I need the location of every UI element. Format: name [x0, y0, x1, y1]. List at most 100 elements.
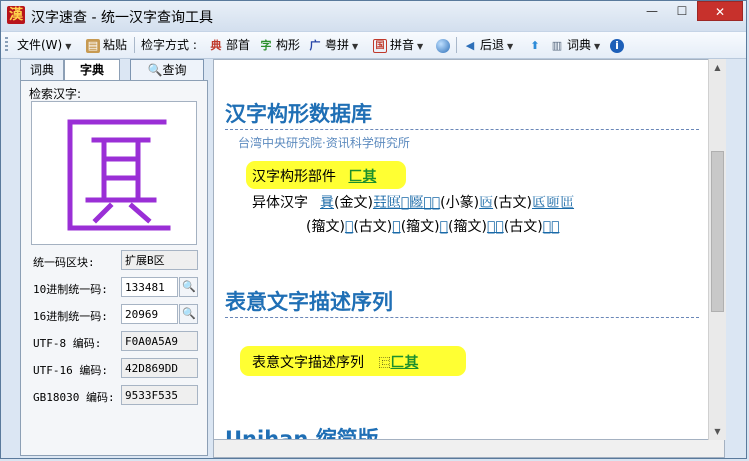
shape-button[interactable]: 字构形: [259, 36, 301, 54]
left-panel: 词典 字典 🔍查询 检索汉字: 统一码区块: 扩展B区 10进制统一码: 133…: [20, 59, 208, 456]
shape-icon: 字: [260, 38, 272, 52]
back-arrow-icon: ◀: [465, 38, 475, 52]
chevron-down-icon: ▼: [594, 42, 601, 51]
parts-link[interactable]: 匚其: [348, 169, 376, 185]
tab-query-label: 查询: [162, 63, 187, 77]
decimal-label: 10进制统一码:: [33, 283, 108, 296]
scroll-thumb[interactable]: [711, 151, 724, 312]
toolbar: 文件(W) ▼ ▤ 粘贴 检字方式 : 典部首 字构形 广粤拼 ▼ 国拼音 ▼ ◀ 后退 ▼…: [1, 31, 746, 59]
section-title-ids: 表意文字描述序列: [225, 290, 393, 314]
up-button[interactable]: ⬆: [528, 36, 545, 54]
paste-button[interactable]: ▤ 粘贴: [86, 36, 127, 54]
block-label: 统一码区块:: [33, 256, 95, 269]
character-panel: 检索汉字: 统一码区块: 扩展B区 10进制统一码: 133481 🔍 16进制…: [20, 80, 208, 456]
file-menu[interactable]: 文件(W) ▼: [17, 36, 71, 54]
section-title-shape-db: 汉字构形数据库: [225, 102, 372, 126]
chevron-down-icon: ▼: [352, 42, 359, 51]
hex-search-button[interactable]: 🔍: [179, 304, 198, 324]
ids-link[interactable]: 匚其: [390, 355, 418, 371]
window-title: 汉字速查 - 统一汉字查询工具: [31, 10, 213, 26]
globe-button[interactable]: [436, 36, 453, 54]
utf8-value: F0A0A5A9: [121, 331, 198, 351]
title-bar[interactable]: 漢 汉字速查 - 统一汉字查询工具 — ☐ ✕: [1, 1, 746, 31]
divider: [225, 317, 699, 318]
divider: [225, 129, 699, 130]
variant-link[interactable]: 𠥮: [479, 195, 493, 211]
radical-label: 部首: [226, 38, 251, 52]
variant-script-label: (古文): [503, 219, 543, 235]
close-button[interactable]: ✕: [697, 1, 743, 21]
gb18030-value: 9533F535: [121, 385, 198, 405]
cantonese-label: 粤拼: [325, 38, 350, 52]
scroll-up-icon[interactable]: ▲: [709, 59, 726, 76]
dictionary-button[interactable]: ▥ 词典 ▼: [550, 36, 600, 54]
back-label: 后退: [480, 38, 505, 52]
vertical-scrollbar[interactable]: ▲ ▼: [708, 59, 726, 440]
glyph-image: [67, 119, 171, 231]
variants-row-1: 异体汉字 㠱(金文)㠭𠥩𠥪𠥫𠥬𠥭(小篆)𠥮(古文)𠥯𠥰𠥱: [252, 192, 574, 212]
variant-link[interactable]: 𠥵𠥶: [487, 219, 504, 235]
globe-icon: [436, 38, 450, 53]
utf16-value: 42D869DD: [121, 358, 198, 378]
search-icon: 🔍: [147, 63, 163, 77]
chevron-down-icon: ▼: [65, 42, 72, 51]
variant-link[interactable]: 𠥷𠥸: [543, 219, 560, 235]
clipboard-icon: ▤: [86, 38, 100, 53]
radical-icon: 典: [210, 38, 222, 52]
pinyin-button[interactable]: 国拼音 ▼: [373, 36, 423, 54]
toolbar-separator: [134, 37, 135, 53]
variant-link[interactable]: 𠥳: [392, 219, 400, 235]
file-menu-label: 文件(W): [17, 38, 63, 52]
info-button[interactable]: i: [610, 36, 627, 54]
app-window: 漢 汉字速查 - 统一汉字查询工具 — ☐ ✕ 文件(W) ▼ ▤ 粘贴 检字方式 …: [0, 0, 747, 459]
cantonese-icon: 广: [309, 38, 321, 52]
toolbar-grip[interactable]: [5, 37, 8, 53]
variant-link[interactable]: 㠭𠥩𠥪𠥫𠥬𠥭: [373, 195, 440, 211]
toolbar-separator: [456, 37, 457, 53]
horizontal-scrollbar[interactable]: [213, 440, 725, 458]
utf16-label: UTF-16 编码:: [33, 364, 108, 377]
dictionary-label: 词典: [567, 38, 592, 52]
info-icon: i: [610, 38, 624, 53]
cantonese-button[interactable]: 广粤拼 ▼: [308, 36, 359, 54]
hex-input[interactable]: 20969: [121, 304, 178, 324]
variants-row-2: (籀文)𠥲(古文)𠥳(籀文)𠥴(籀文)𠥵𠥶(古文)𠥷𠥸: [306, 216, 560, 236]
variant-script-label: (小篆): [440, 195, 480, 211]
chevron-down-icon: ▼: [507, 42, 514, 51]
variant-script-label: (金文): [334, 195, 373, 211]
tab-dictionary[interactable]: 词典: [20, 59, 64, 80]
back-button[interactable]: ◀ 后退 ▼: [463, 36, 513, 54]
source-label: 台湾中央研究院·资讯科学研究所: [238, 136, 410, 150]
radical-button[interactable]: 典部首: [209, 36, 251, 54]
pinyin-label: 拼音: [390, 38, 415, 52]
up-arrow-icon: ⬆: [530, 38, 540, 52]
minimize-button[interactable]: —: [637, 1, 667, 21]
variant-script-label: (籀文): [400, 219, 440, 235]
utf8-label: UTF-8 编码:: [33, 337, 102, 350]
variant-link[interactable]: 㠱: [320, 195, 334, 211]
scroll-down-icon[interactable]: ▼: [709, 423, 726, 440]
variant-script-label: (古文): [493, 195, 533, 211]
variant-script-label: (籀文): [306, 219, 345, 235]
ids-label: 表意文字描述序列: [252, 355, 364, 371]
ids-row: 表意文字描述序列 ⿷匚其: [252, 352, 418, 372]
book-icon: ▥: [551, 38, 563, 52]
maximize-button[interactable]: ☐: [667, 1, 697, 21]
parts-row: 汉字构形部件 匚其: [252, 166, 376, 186]
block-value: 扩展B区: [121, 250, 198, 270]
app-icon: 漢: [7, 6, 25, 24]
glyph-display: [31, 101, 197, 245]
tab-character[interactable]: 字典: [64, 59, 120, 81]
search-icon: 🔍: [182, 280, 196, 293]
variant-script-label: (籀文): [448, 219, 487, 235]
variant-link[interactable]: 𠥯𠥰𠥱: [532, 195, 574, 211]
hex-label: 16进制统一码:: [33, 310, 108, 323]
tab-query[interactable]: 🔍查询: [130, 59, 204, 80]
variants-label: 异体汉字: [252, 195, 308, 211]
variant-link[interactable]: 𠥴: [440, 219, 448, 235]
variant-script-label: (古文): [353, 219, 393, 235]
decimal-input[interactable]: 133481: [121, 277, 178, 297]
search-label: 检索汉字:: [29, 87, 82, 101]
section-title-unihan: Unihan 缩简版: [225, 427, 379, 440]
decimal-search-button[interactable]: 🔍: [179, 277, 198, 297]
